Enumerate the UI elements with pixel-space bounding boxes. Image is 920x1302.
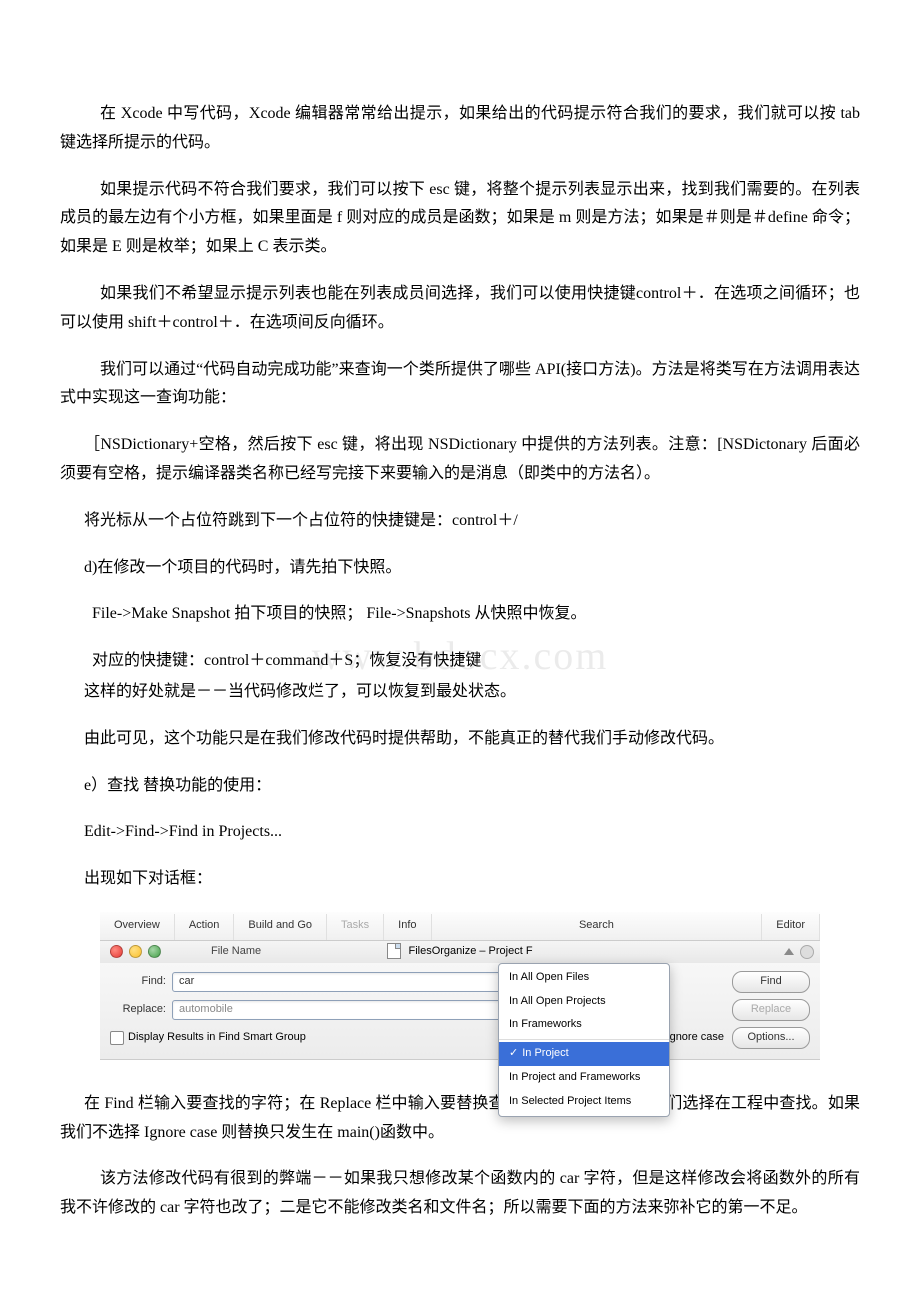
paragraph: 如果提示代码不符合我们要求，我们可以按下 esc 键，将整个提示列表显示出来，找… [60,176,860,262]
paragraph: d)在修改一个项目的代码时，请先拍下快照。 [60,554,860,583]
title-right-controls [784,945,814,959]
toolbar-overview[interactable]: Overview [100,914,175,940]
paragraph: 我们可以通过“代码自动完成功能”来查询一个类所提供了哪些 API(接口方法)。方… [60,356,860,414]
paragraph: Edit->Find->Find in Projects... [60,818,860,847]
display-results-label: Display Results in Find Smart Group [128,1028,306,1048]
paragraph: 该方法修改代码有很到的弊端－－如果我只想修改某个函数内的 car 字符，但是这样… [60,1165,860,1223]
find-button[interactable]: Find [732,971,810,993]
paragraph: ［NSDictionary+空格，然后按下 esc 键，将出现 NSDictio… [60,431,860,489]
window-controls[interactable] [100,945,171,958]
document-icon [387,943,401,959]
paragraph: 如果我们不希望显示提示列表也能在列表成员间选择，我们可以使用快捷键control… [60,280,860,338]
minimize-icon[interactable] [129,945,142,958]
paragraph: e）查找 替换功能的使用： [60,772,860,801]
paragraph: 将光标从一个占位符跳到下一个占位符的快捷键是：control＋/ [60,507,860,536]
close-icon[interactable] [110,945,123,958]
options-button[interactable]: Options... [732,1027,810,1049]
paragraph: 这样的好处就是－－当代码修改烂了，可以恢复到最处状态。 [60,678,860,707]
find-input[interactable]: car [172,972,552,992]
find-label: Find: [110,972,172,992]
toolbar-tasks[interactable]: Tasks [327,914,384,940]
toolbar-info[interactable]: Info [384,914,431,940]
toolbar-search[interactable]: Search [432,914,763,940]
paragraph: 在 Find 栏输入要查找的字符；在 Replace 栏中输入要替换查找到的字符… [60,1090,860,1148]
menu-separator [499,1039,669,1040]
paragraph: 出现如下对话框： [60,865,860,894]
scope-menu[interactable]: In All Open Files In All Open Projects I… [498,963,670,1117]
toolbar-action[interactable]: Action [175,914,235,940]
menu-all-open-projects[interactable]: In All Open Projects [499,990,669,1014]
replace-button[interactable]: Replace [732,999,810,1021]
menu-selected-items[interactable]: In Selected Project Items [499,1090,669,1114]
zoom-icon[interactable] [148,945,161,958]
find-panel: In All Open Files In All Open Projects I… [100,963,820,1060]
find-dialog-screenshot: Overview Action Build and Go Tasks Info … [100,912,820,1060]
dialog-titlebar: File Name FilesOrganize – Project F [100,941,820,963]
toolbar-build[interactable]: Build and Go [234,914,327,940]
menu-all-open-files[interactable]: In All Open Files [499,966,669,990]
display-results-checkbox[interactable] [110,1031,124,1045]
paragraph: File->Make Snapshot 拍下项目的快照； File->Snaps… [60,600,860,629]
paragraph: 在 Xcode 中写代码，Xcode 编辑器常常给出提示，如果给出的代码提示符合… [60,100,860,158]
dialog-toolbar: Overview Action Build and Go Tasks Info … [100,912,820,941]
sort-icon[interactable] [784,948,794,955]
replace-input[interactable]: automobile [172,1000,552,1020]
ignore-case-label: Ignore case [667,1028,724,1048]
menu-in-project[interactable]: In Project [499,1042,669,1066]
replace-label: Replace: [110,1000,172,1020]
gear-icon[interactable] [800,945,814,959]
paragraph: 由此可见，这个功能只是在我们修改代码时提供帮助，不能真正的替代我们手动修改代码。 [60,725,860,754]
column-header-filename: File Name [171,942,261,962]
toolbar-editor[interactable]: Editor [762,914,820,940]
paragraph: 对应的快捷键：control＋command＋S；恢复没有快捷键 [60,647,860,676]
window-title-text: FilesOrganize – Project F [408,945,532,957]
menu-in-frameworks[interactable]: In Frameworks [499,1013,669,1037]
menu-in-project-frameworks[interactable]: In Project and Frameworks [499,1066,669,1090]
